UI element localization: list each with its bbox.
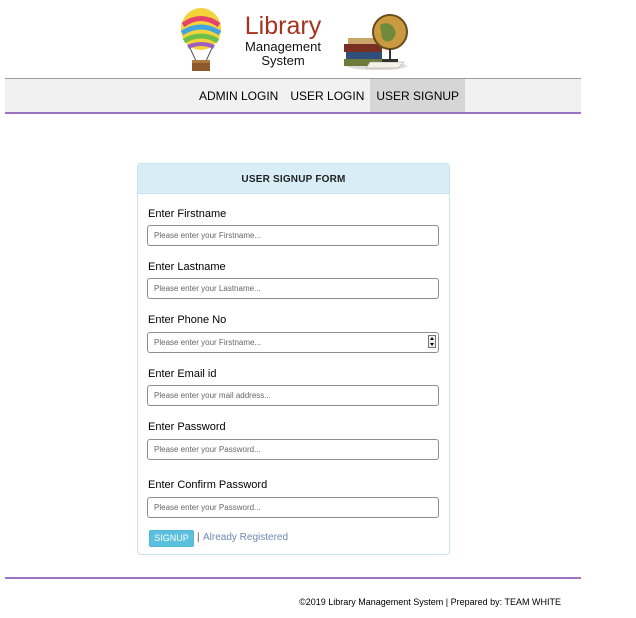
password-input[interactable] xyxy=(147,439,439,460)
globe-books-icon xyxy=(344,14,408,70)
signup-panel: USER SIGNUP FORM Enter Firstname Enter L… xyxy=(137,163,450,555)
link-separator: | xyxy=(197,532,200,543)
logo-subtitle-2: System xyxy=(261,53,305,68)
logo-subtitle: Management xyxy=(245,39,321,54)
password-label: Enter Password xyxy=(148,421,226,433)
logo-title: Library xyxy=(244,12,322,40)
number-spinner-icon[interactable] xyxy=(428,335,436,348)
nav-admin-login[interactable]: ADMIN LOGIN xyxy=(193,79,284,112)
site-header: Library Management System xyxy=(0,0,581,78)
panel-title: USER SIGNUP FORM xyxy=(138,164,449,194)
nav-user-signup[interactable]: USER SIGNUP xyxy=(370,79,466,112)
nav-user-login[interactable]: USER LOGIN xyxy=(284,79,370,112)
nav-items: ADMIN LOGIN USER LOGIN USER SIGNUP xyxy=(193,79,466,112)
main-nav: ADMIN LOGIN USER LOGIN USER SIGNUP xyxy=(5,78,581,114)
email-input[interactable] xyxy=(147,385,439,406)
lastname-label: Enter Lastname xyxy=(148,261,226,273)
footer-copyright: ©2019 Library Management System | Prepar… xyxy=(299,597,561,607)
phone-label: Enter Phone No xyxy=(148,314,227,326)
firstname-label: Enter Firstname xyxy=(148,208,227,220)
lastname-input[interactable] xyxy=(147,278,439,299)
email-label: Enter Email id xyxy=(148,368,217,380)
phone-input[interactable] xyxy=(147,332,439,353)
confirm-password-label: Enter Confirm Password xyxy=(148,479,268,491)
phone-field-wrap xyxy=(147,332,439,353)
confirm-password-input[interactable] xyxy=(147,497,439,518)
already-registered-link[interactable]: Already Registered xyxy=(203,532,288,543)
footer-divider xyxy=(5,577,581,579)
logo-text: Library Management System xyxy=(228,12,338,68)
firstname-input[interactable] xyxy=(147,225,439,246)
signup-button[interactable]: SIGNUP xyxy=(149,530,194,547)
balloon-icon xyxy=(180,8,222,71)
